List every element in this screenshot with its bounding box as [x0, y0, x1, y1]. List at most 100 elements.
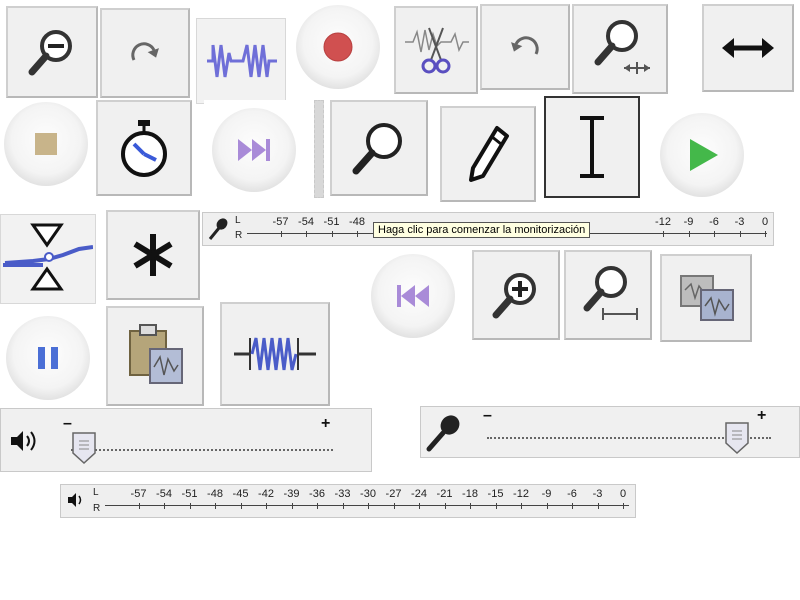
cut-button[interactable]: [394, 6, 478, 94]
draw-tool-button[interactable]: [440, 106, 536, 202]
meter-tick-mark: [495, 503, 497, 509]
time-shift-button[interactable]: [702, 4, 794, 92]
skip-to-end-button[interactable]: [204, 100, 304, 200]
meter-tick-label: -9: [541, 488, 552, 500]
meter-tick-mark: [623, 503, 624, 509]
slider-thumb[interactable]: [71, 431, 97, 465]
meter-tick-label: 0: [761, 216, 769, 228]
asterisk-icon: [133, 234, 173, 276]
record-volume-slider[interactable]: – +: [420, 406, 800, 458]
skip-end-icon: [238, 139, 270, 161]
stop-button[interactable]: [0, 100, 92, 188]
meter-tick-mark: [342, 503, 344, 509]
meter-tick-mark: [164, 503, 165, 509]
skip-to-start-button[interactable]: [358, 248, 468, 344]
meter-tick-mark: [739, 231, 741, 237]
meter-left-label: L: [93, 487, 99, 498]
meter-tick-mark: [368, 503, 369, 509]
zoom-in-icon: [492, 273, 536, 319]
zoom-fit-button[interactable]: [572, 4, 668, 94]
meter-tick-label: -33: [334, 488, 351, 500]
silence-button[interactable]: [220, 302, 330, 406]
skip-start-icon: [397, 285, 429, 307]
meter-tick-label: -24: [411, 488, 427, 500]
meter-left-label: L: [235, 215, 241, 226]
meter-tick-label: 0: [619, 488, 627, 500]
zoom-out-icon: [28, 30, 72, 76]
pause-icon: [38, 347, 58, 369]
zoom-in-button[interactable]: [472, 250, 560, 340]
meter-tick-mark: [597, 503, 599, 509]
cut-icon: [405, 27, 469, 74]
playback-meter[interactable]: L R -57 -54 -51 -48 -45 -42 -39 -36 -33 -30 -27 -24…: [60, 484, 636, 518]
meter-tick-mark: [357, 231, 358, 237]
zoom-fit-icon: [594, 20, 650, 74]
meter-tick-mark: [470, 503, 471, 509]
meter-tick-mark: [444, 503, 446, 509]
copy-icon: [680, 275, 734, 321]
meter-tick-mark: [714, 231, 715, 237]
meter-tick-mark: [266, 503, 267, 509]
meter-tick-label: -12: [655, 216, 671, 228]
copy-button[interactable]: [660, 254, 752, 342]
meter-tick-label: -36: [309, 488, 325, 500]
tooltip: Haga clic para comenzar la monitorizació…: [373, 222, 591, 238]
zoom-out-button[interactable]: [6, 6, 98, 98]
zoom-tool-button[interactable]: [330, 100, 428, 196]
undo-button[interactable]: [480, 4, 570, 90]
meter-tick-mark: [306, 231, 307, 237]
meter-tick-label: -18: [462, 488, 478, 500]
envelope-tool-button[interactable]: [0, 214, 96, 304]
record-meter[interactable]: L R -57 -54 -51 -48 -12 -9 -6 -3 0 Haga clic par…: [202, 212, 774, 246]
time-shift-icon: [722, 38, 774, 58]
meter-tick-label: -54: [298, 216, 314, 228]
meter-tick-label: -48: [207, 488, 223, 500]
meter-tick-mark: [138, 503, 140, 509]
zoom-icon: [352, 123, 402, 175]
slider-track: [71, 449, 333, 451]
volume-plus-label: +: [321, 415, 331, 432]
redo-button[interactable]: [100, 8, 190, 98]
slider-thumb[interactable]: [724, 421, 750, 455]
meter-tick-mark: [291, 503, 293, 509]
play-button[interactable]: [652, 106, 752, 204]
meter-tick-label: -9: [683, 216, 694, 228]
timer-record-button[interactable]: [96, 100, 192, 196]
meter-tick-label: -51: [323, 216, 340, 228]
meter-tick-mark: [688, 231, 690, 237]
meter-scale-line: [105, 505, 629, 506]
meter-tick-mark: [765, 231, 766, 237]
meter-tick-label: -45: [232, 488, 249, 500]
speaker-icon: [11, 431, 36, 451]
meter-tick-label: -57: [130, 488, 147, 500]
meter-tick-label: -21: [436, 488, 453, 500]
redo-icon: [131, 42, 159, 61]
microphone-icon: [208, 218, 228, 240]
selection-tool-button[interactable]: [544, 96, 640, 198]
meter-tick-mark: [521, 503, 522, 509]
meter-tick-label: -6: [709, 216, 719, 228]
record-icon: [323, 32, 353, 62]
toolbar-divider: [314, 100, 324, 198]
speaker-icon: [68, 493, 82, 507]
trim-icon: [207, 44, 277, 78]
paste-icon: [129, 324, 183, 384]
meter-tick-label: -57: [272, 216, 289, 228]
meter-tick-label: -39: [283, 488, 300, 500]
ibeam-icon: [580, 116, 604, 178]
zoom-selection-icon: [583, 266, 638, 320]
volume-plus-label: +: [757, 407, 767, 424]
paste-button[interactable]: [106, 306, 204, 406]
meter-tick-mark: [331, 231, 333, 237]
meter-tick-mark: [317, 503, 318, 509]
record-button[interactable]: [288, 0, 388, 94]
multi-tool-button[interactable]: [106, 210, 200, 300]
pause-button[interactable]: [0, 312, 96, 404]
playback-volume-slider[interactable]: – +: [0, 408, 372, 472]
trim-button[interactable]: [196, 18, 286, 104]
zoom-selection-button[interactable]: [564, 250, 652, 340]
timer-icon: [121, 120, 167, 177]
meter-tick-mark: [215, 503, 216, 509]
meter-tick-mark: [393, 503, 395, 509]
meter-tick-mark: [280, 231, 282, 237]
